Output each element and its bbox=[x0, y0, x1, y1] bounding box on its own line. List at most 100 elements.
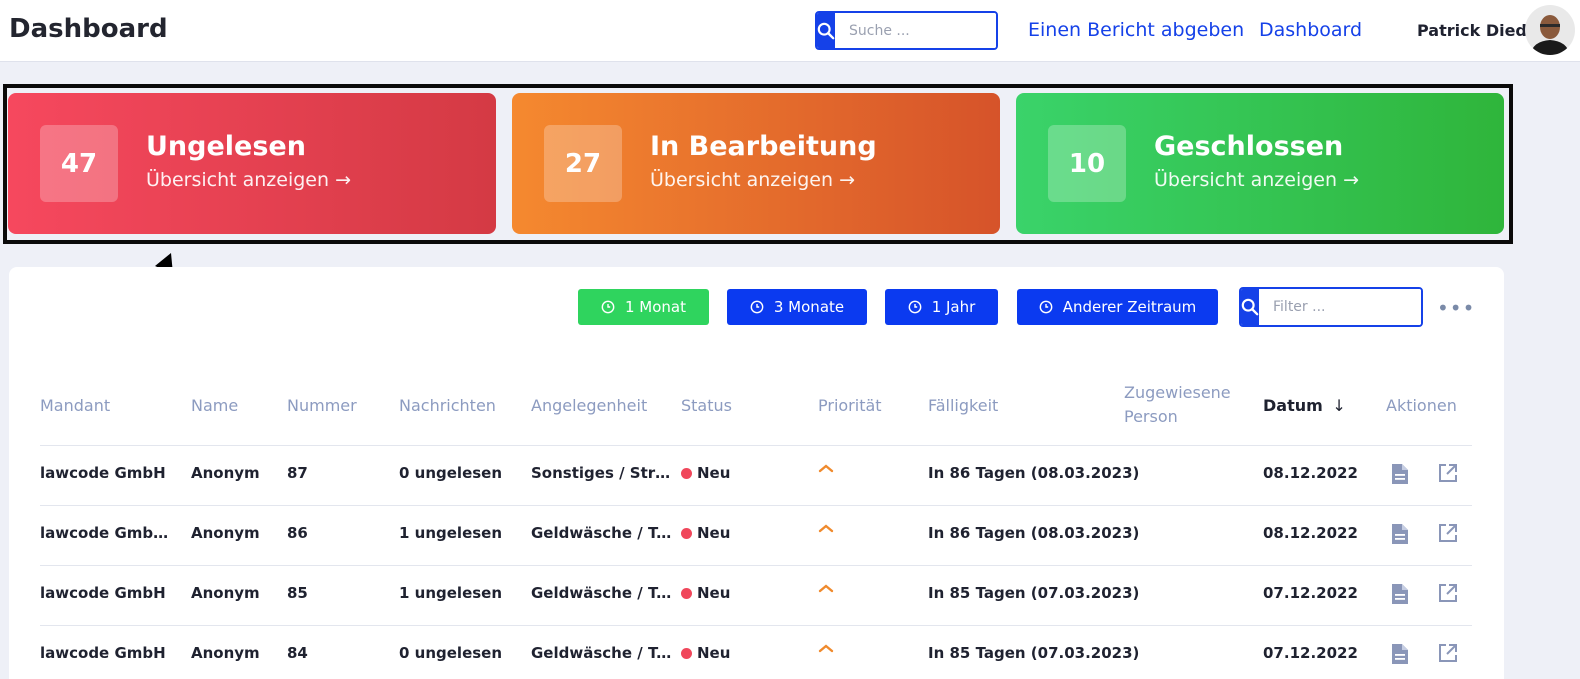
col-prioritaet[interactable]: Priorität bbox=[818, 394, 882, 418]
cell-name: Anonym bbox=[191, 464, 260, 482]
priority-chevron-up-icon bbox=[818, 644, 834, 653]
global-search bbox=[815, 11, 998, 50]
cell-mandant: lawcode GmbH bbox=[40, 584, 166, 602]
status-text: Neu bbox=[697, 464, 731, 482]
top-bar: Dashboard Einen Bericht abgeben Dashboar… bbox=[0, 0, 1580, 62]
stat-overview-link[interactable]: Übersicht anzeigen → bbox=[650, 169, 855, 191]
cell-name: Anonym bbox=[191, 644, 260, 662]
clock-icon bbox=[750, 300, 764, 314]
filter-custom-range-button[interactable]: Anderer Zeitraum bbox=[1017, 289, 1218, 325]
more-options-icon[interactable]: ••• bbox=[1437, 296, 1475, 320]
open-external-icon[interactable] bbox=[1437, 462, 1459, 484]
priority-chevron-up-icon bbox=[818, 524, 834, 533]
table-filter bbox=[1239, 287, 1423, 327]
cell-status: Neu bbox=[681, 644, 730, 662]
stat-label: In Bearbeitung bbox=[650, 131, 877, 162]
cell-nachrichten: 1 ungelesen bbox=[399, 524, 503, 542]
cell-datum: 08.12.2022 bbox=[1263, 524, 1358, 542]
document-icon[interactable] bbox=[1390, 582, 1410, 606]
priority-chevron-up-icon bbox=[818, 464, 834, 473]
clock-icon bbox=[601, 300, 615, 314]
clock-icon bbox=[1039, 300, 1053, 314]
search-icon bbox=[1241, 298, 1259, 316]
clock-icon bbox=[908, 300, 922, 314]
document-icon[interactable] bbox=[1390, 642, 1410, 666]
cell-nachrichten: 1 ungelesen bbox=[399, 584, 503, 602]
col-datum-label: Datum bbox=[1263, 396, 1323, 415]
cell-nummer: 86 bbox=[287, 524, 308, 542]
col-status[interactable]: Status bbox=[681, 394, 732, 418]
table-row[interactable]: lawcode GmbH Anonym 84 0 ungelesen Geldw… bbox=[0, 626, 1580, 679]
user-name[interactable]: Patrick Diede bbox=[1417, 21, 1538, 40]
cell-datum: 08.12.2022 bbox=[1263, 464, 1358, 482]
stat-count: 47 bbox=[40, 125, 118, 202]
status-text: Neu bbox=[697, 584, 731, 602]
cell-faelligkeit: In 86 Tagen (08.03.2023) bbox=[928, 464, 1140, 482]
cell-faelligkeit: In 85 Tagen (07.03.2023) bbox=[928, 584, 1140, 602]
stat-card-closed[interactable]: 10 Geschlossen Übersicht anzeigen → bbox=[1016, 93, 1504, 234]
open-external-icon[interactable] bbox=[1437, 642, 1459, 664]
filter-input[interactable] bbox=[1259, 289, 1421, 325]
nav-submit-report[interactable]: Einen Bericht abgeben bbox=[1028, 19, 1244, 41]
cell-mandant: lawcode GmbH-2 bbox=[40, 524, 180, 542]
open-external-icon[interactable] bbox=[1437, 522, 1459, 544]
document-icon[interactable] bbox=[1390, 522, 1410, 546]
filter-label: 3 Monate bbox=[773, 298, 845, 316]
cell-datum: 07.12.2022 bbox=[1263, 584, 1358, 602]
stat-card-unread[interactable]: 47 Ungelesen Übersicht anzeigen → bbox=[8, 93, 496, 234]
col-zugewiesene-person[interactable]: Zugewiesene Person bbox=[1124, 381, 1244, 429]
cell-nummer: 87 bbox=[287, 464, 308, 482]
col-datum[interactable]: Datum ↓ bbox=[1263, 394, 1346, 418]
status-dot-icon bbox=[681, 648, 692, 659]
col-nummer[interactable]: Nummer bbox=[287, 394, 357, 418]
cell-nachrichten: 0 ungelesen bbox=[399, 464, 503, 482]
col-nachrichten[interactable]: Nachrichten bbox=[399, 394, 496, 418]
cell-nummer: 85 bbox=[287, 584, 308, 602]
cell-faelligkeit: In 86 Tagen (08.03.2023) bbox=[928, 524, 1140, 542]
col-faelligkeit[interactable]: Fälligkeit bbox=[928, 394, 998, 418]
nav-dashboard[interactable]: Dashboard bbox=[1259, 19, 1362, 41]
avatar[interactable] bbox=[1525, 5, 1575, 55]
col-name[interactable]: Name bbox=[191, 394, 238, 418]
stat-label: Geschlossen bbox=[1154, 131, 1344, 162]
table-row[interactable]: lawcode GmbH Anonym 87 0 ungelesen Sonst… bbox=[0, 446, 1580, 506]
status-dot-icon bbox=[681, 468, 692, 479]
status-text: Neu bbox=[697, 644, 731, 662]
cell-status: Neu bbox=[681, 584, 730, 602]
table-row[interactable]: lawcode GmbH Anonym 85 1 ungelesen Geldw… bbox=[0, 566, 1580, 626]
cell-angelegenheit: Geldwäsche / Ter... bbox=[531, 524, 679, 542]
sort-desc-icon: ↓ bbox=[1332, 396, 1346, 415]
open-external-icon[interactable] bbox=[1437, 582, 1459, 604]
col-angelegenheit[interactable]: Angelegenheit bbox=[531, 394, 647, 418]
status-text: Neu bbox=[697, 524, 731, 542]
cell-mandant: lawcode GmbH bbox=[40, 464, 166, 482]
stat-overview-link[interactable]: Übersicht anzeigen → bbox=[146, 169, 351, 191]
cell-angelegenheit: Geldwäsche / Ter... bbox=[531, 584, 679, 602]
col-aktionen: Aktionen bbox=[1386, 396, 1457, 415]
filter-3-months-button[interactable]: 3 Monate bbox=[727, 289, 867, 325]
cell-angelegenheit: Geldwäsche / Ter... bbox=[531, 644, 679, 662]
cell-faelligkeit: In 85 Tagen (07.03.2023) bbox=[928, 644, 1140, 662]
stat-card-in-progress[interactable]: 27 In Bearbeitung Übersicht anzeigen → bbox=[512, 93, 1000, 234]
cell-mandant: lawcode GmbH bbox=[40, 644, 166, 662]
cell-datum: 07.12.2022 bbox=[1263, 644, 1358, 662]
filter-label: 1 Jahr bbox=[931, 298, 976, 316]
filter-search-button[interactable] bbox=[1241, 289, 1259, 325]
page-title: Dashboard bbox=[9, 14, 168, 44]
status-dot-icon bbox=[681, 528, 692, 539]
col-mandant[interactable]: Mandant bbox=[40, 394, 110, 418]
cell-angelegenheit: Sonstiges / Strafr... bbox=[531, 464, 679, 482]
search-input[interactable] bbox=[835, 13, 996, 48]
cell-status: Neu bbox=[681, 524, 730, 542]
stat-overview-link[interactable]: Übersicht anzeigen → bbox=[1154, 169, 1359, 191]
search-icon bbox=[817, 22, 835, 39]
table-row[interactable]: lawcode GmbH-2 Anonym 86 1 ungelesen Gel… bbox=[0, 506, 1580, 566]
stat-label: Ungelesen bbox=[146, 131, 306, 162]
priority-chevron-up-icon bbox=[818, 584, 834, 593]
document-icon[interactable] bbox=[1390, 462, 1410, 486]
search-button[interactable] bbox=[817, 13, 835, 48]
filter-1-month-button[interactable]: 1 Monat bbox=[578, 289, 709, 325]
status-dot-icon bbox=[681, 588, 692, 599]
cell-status: Neu bbox=[681, 464, 730, 482]
filter-1-year-button[interactable]: 1 Jahr bbox=[885, 289, 998, 325]
